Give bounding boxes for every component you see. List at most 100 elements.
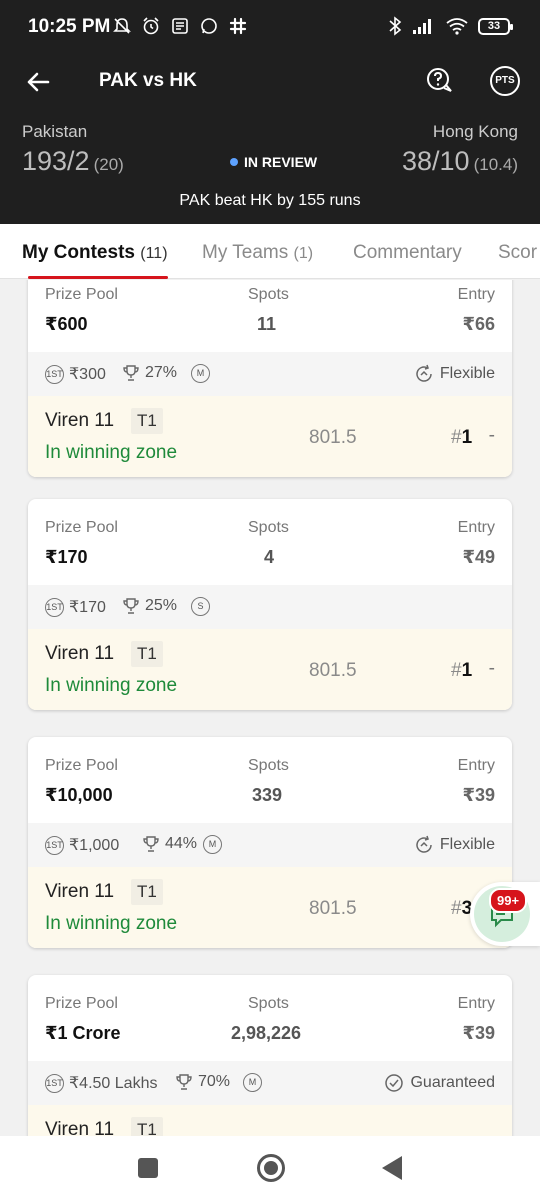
team-rank: #1: [451, 660, 473, 681]
notification-icons: [112, 16, 248, 36]
contest-details: 1ST ₹1,000 44% M Flexible: [28, 823, 512, 867]
contest-summary: Prize Pool ₹10,000 Spots 339 Entry ₹39: [28, 737, 512, 823]
my-team-row[interactable]: Viren 11 T1 In winning zone 801.5 #3: [28, 867, 512, 948]
winning-zone-text: In winning zone: [45, 913, 178, 934]
contest-card[interactable]: Prize Pool ₹10,000 Spots 339 Entry ₹39 1…: [28, 737, 512, 948]
entry-value: ₹39: [462, 785, 495, 805]
multi-entry-badge: M: [191, 364, 210, 383]
contest-card[interactable]: Prize Pool ₹600 Spots 11 Entry ₹66 1ST ₹3…: [28, 280, 512, 477]
active-tab-indicator: [28, 276, 168, 279]
team1-score: 193/2 (20): [22, 146, 124, 176]
contest-list[interactable]: Prize Pool ₹600 Spots 11 Entry ₹66 1ST ₹3…: [0, 280, 540, 1136]
prize-pool-value: ₹1 Crore: [45, 1023, 121, 1043]
first-place-icon: 1ST: [45, 364, 64, 384]
rank-change: -: [488, 425, 495, 446]
spots-label: Spots: [248, 286, 289, 303]
first-place-icon: 1ST: [45, 597, 64, 617]
multi-entry-badge: M: [243, 1073, 262, 1092]
my-team-row[interactable]: Viren 11 T1 In winning zone 801.5 #1 -: [28, 629, 512, 710]
team-name: Viren 11: [45, 643, 115, 664]
status-time: 10:25 PM: [28, 16, 111, 37]
flexible-icon: [416, 364, 432, 382]
first-place-icon: 1ST: [45, 1073, 64, 1093]
check-circle-icon: [385, 1074, 404, 1092]
app-bar: PAK vs HK PTS: [0, 56, 540, 108]
contest-summary: Prize Pool ₹600 Spots 11 Entry ₹66: [28, 280, 512, 352]
prize-pool-label: Prize Pool: [45, 757, 118, 774]
team-tag: T1: [131, 1117, 163, 1136]
first-prize: 1ST ₹1,000: [45, 835, 120, 855]
spots-value: 4: [264, 547, 275, 567]
rank-change: -: [488, 658, 495, 679]
contest-card[interactable]: Prize Pool ₹170 Spots 4 Entry ₹49 1ST ₹17…: [28, 499, 512, 710]
contest-card[interactable]: Prize Pool ₹1 Crore Spots 2,98,226 Entry…: [28, 975, 512, 1136]
prize-pool-label: Prize Pool: [45, 519, 118, 536]
spots-value: 2,98,226: [231, 1023, 302, 1043]
chat-fab[interactable]: 99+: [470, 882, 540, 946]
prize-pool-value: ₹170: [45, 547, 88, 567]
team2-score: 38/10 (10.4): [402, 146, 518, 176]
first-prize: 1ST ₹4.50 Lakhs: [45, 1073, 158, 1093]
recents-button[interactable]: [138, 1158, 158, 1178]
winners-percent: 70%: [175, 1073, 230, 1091]
back-button[interactable]: [382, 1156, 402, 1180]
alarm-icon: [143, 17, 159, 35]
contest-details: 1ST ₹4.50 Lakhs 70% M Guaranteed: [28, 1061, 512, 1105]
team-rank: #3: [451, 898, 473, 919]
contest-summary: Prize Pool ₹170 Spots 4 Entry ₹49: [28, 499, 512, 585]
tab-scorecard[interactable]: Scor: [498, 242, 537, 264]
match-status: IN REVIEW: [230, 154, 317, 170]
bluetooth-icon: [389, 16, 402, 36]
multi-entry-badge: M: [203, 835, 222, 854]
pts-button[interactable]: PTS: [490, 66, 520, 96]
my-team-row[interactable]: Viren 11 T1 In winning zone 801.5 #1 -: [28, 396, 512, 477]
system-nav-bar: [0, 1136, 540, 1200]
tab-my-contests[interactable]: My Contests (11): [22, 242, 168, 264]
team-tag: T1: [131, 408, 163, 434]
status-bar: 10:25 PM 33: [0, 0, 540, 56]
winning-zone-text: In winning zone: [45, 675, 178, 696]
wifi-icon: [446, 18, 468, 35]
whatsapp-icon: [201, 18, 217, 34]
trophy-icon: [143, 836, 159, 852]
team-name: Viren 11: [45, 881, 115, 902]
tab-my-teams[interactable]: My Teams (1): [202, 242, 313, 264]
team-tag: T1: [131, 641, 163, 667]
news-icon: [172, 18, 188, 34]
spots-label: Spots: [248, 757, 289, 774]
team2-name: Hong Kong: [432, 122, 518, 141]
team-points: 801.5: [309, 427, 357, 448]
tab-commentary[interactable]: Commentary: [353, 242, 462, 264]
my-team-row[interactable]: Viren 11 T1: [28, 1105, 512, 1136]
spots-value: 339: [252, 785, 283, 805]
signal-icon: [413, 19, 431, 34]
entry-label: Entry: [457, 519, 495, 536]
arrow-left-icon[interactable]: [24, 68, 52, 96]
team-name: Viren 11: [45, 410, 115, 431]
chat-badge: 99+: [489, 888, 528, 913]
battery-indicator: 33: [478, 17, 513, 35]
winners-percent: 25%: [122, 597, 177, 615]
contest-details: 1ST ₹300 27% M Flexible: [28, 352, 512, 396]
winning-zone-text: In winning zone: [45, 442, 178, 463]
question-chat-icon[interactable]: [424, 66, 454, 96]
system-icons: 33: [388, 16, 513, 36]
spots-label: Spots: [248, 995, 289, 1012]
entry-value: ₹66: [462, 314, 495, 334]
team-points: 801.5: [309, 898, 357, 919]
prize-pool-label: Prize Pool: [45, 286, 118, 303]
first-prize: 1ST ₹300: [45, 364, 106, 384]
team-rank: #1: [451, 427, 473, 448]
team-tag: T1: [131, 879, 163, 905]
winners-percent: 27%: [122, 364, 177, 382]
team-points: 801.5: [309, 660, 357, 681]
flexible-icon: [416, 835, 432, 853]
entry-label: Entry: [457, 286, 495, 303]
spots-value: 11: [257, 314, 277, 334]
slack-icon: [229, 17, 247, 35]
home-button[interactable]: [257, 1154, 285, 1182]
team1-name: Pakistan: [22, 122, 88, 141]
entry-value: ₹49: [462, 547, 495, 567]
contest-details: 1ST ₹170 25% S: [28, 585, 512, 629]
prize-pool-label: Prize Pool: [45, 995, 118, 1012]
